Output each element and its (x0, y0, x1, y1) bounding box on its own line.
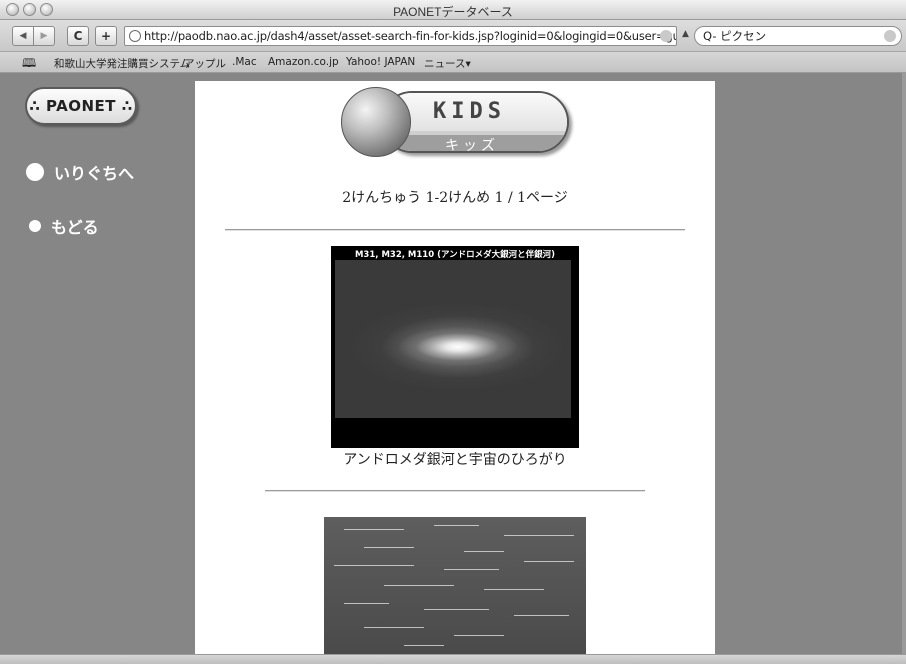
divider (265, 490, 645, 492)
bookmark-item-purchase[interactable]: 和歌山大学発注購買システム (54, 56, 190, 71)
reload-icon: C (73, 29, 83, 43)
window-title: PAONETデータベース (393, 5, 513, 19)
back-button[interactable]: ◀ (12, 26, 34, 46)
browser-window: PAONETデータベース ◀ ▶ C + http://paodb.nao.ac… (0, 0, 906, 664)
divider (225, 229, 685, 231)
back-link-label: もどる (51, 218, 99, 237)
web-content: ∴ PAONET ∴ いりぐちへ もどる KIDS キッズ 2けんちゅう 1-2… (0, 73, 906, 654)
globe-icon (341, 87, 411, 157)
paonet-logo-text: ∴ PAONET ∴ (29, 97, 133, 115)
forward-arrow-icon: ▶ (40, 31, 48, 41)
site-icon (129, 30, 141, 42)
main-page: KIDS キッズ 2けんちゅう 1-2けんめ 1 / 1ページ M31, M32… (195, 81, 715, 654)
plus-icon: + (100, 29, 112, 43)
bookmark-item-news[interactable]: ニュース▾ (424, 56, 471, 71)
address-value: http://paodb.nao.ac.jp/dash4/asset/asset… (144, 29, 677, 43)
address-bar[interactable]: http://paodb.nao.ac.jp/dash4/asset/asset… (124, 26, 677, 46)
kids-banner-en: KIDS (433, 99, 506, 124)
photo-caption[interactable]: アンドロメダ銀河と宇宙のひろがり (195, 449, 715, 469)
kids-banner: KIDS キッズ (341, 87, 571, 161)
back-link[interactable]: もどる (26, 214, 99, 238)
status-bar (0, 654, 906, 664)
add-bookmark-button[interactable]: + (95, 26, 117, 46)
entrance-link[interactable]: いりぐちへ (26, 160, 134, 184)
small-bullet-icon (29, 220, 41, 232)
browser-toolbar: ◀ ▶ C + http://paodb.nao.ac.jp/dash4/ass… (0, 20, 906, 52)
andromeda-photo[interactable]: M31, M32, M110 (アンドロメダ大銀河と伴銀河) (331, 246, 579, 448)
bookmarks-bar: 🕮 和歌山大学発注購買システム アップル .Mac Amazon.co.jp Y… (0, 52, 906, 73)
kids-banner-ja: キッズ (445, 138, 499, 153)
entrance-link-label: いりぐちへ (54, 164, 135, 183)
bookmarks-book-icon[interactable]: 🕮 (22, 54, 36, 75)
window-edge (902, 73, 906, 654)
search-clear-icon[interactable] (884, 30, 896, 42)
bookmark-item-amazon[interactable]: Amazon.co.jp (268, 56, 339, 68)
address-refresh-icon[interactable] (660, 30, 672, 42)
forward-button[interactable]: ▶ (33, 26, 55, 46)
star-trail-photo[interactable] (324, 517, 586, 654)
bookmark-item-yahoo[interactable]: Yahoo! JAPAN (346, 56, 415, 68)
search-field[interactable]: Q- ピクセン (694, 26, 902, 46)
reload-button[interactable]: C (67, 26, 89, 46)
title-bar: PAONETデータベース (0, 0, 906, 20)
paonet-logo-button[interactable]: ∴ PAONET ∴ (25, 87, 137, 125)
address-dropdown-icon[interactable]: ▲ (682, 29, 689, 39)
bookmark-item-apple[interactable]: アップル (184, 56, 226, 71)
bookmark-item-mac[interactable]: .Mac (232, 56, 257, 68)
large-bullet-icon (26, 163, 44, 181)
galaxy-image (335, 260, 571, 418)
search-value: Q- ピクセン (703, 29, 767, 43)
page-info: 2けんちゅう 1-2けんめ 1 / 1ページ (342, 190, 568, 206)
back-arrow-icon: ◀ (19, 31, 27, 41)
